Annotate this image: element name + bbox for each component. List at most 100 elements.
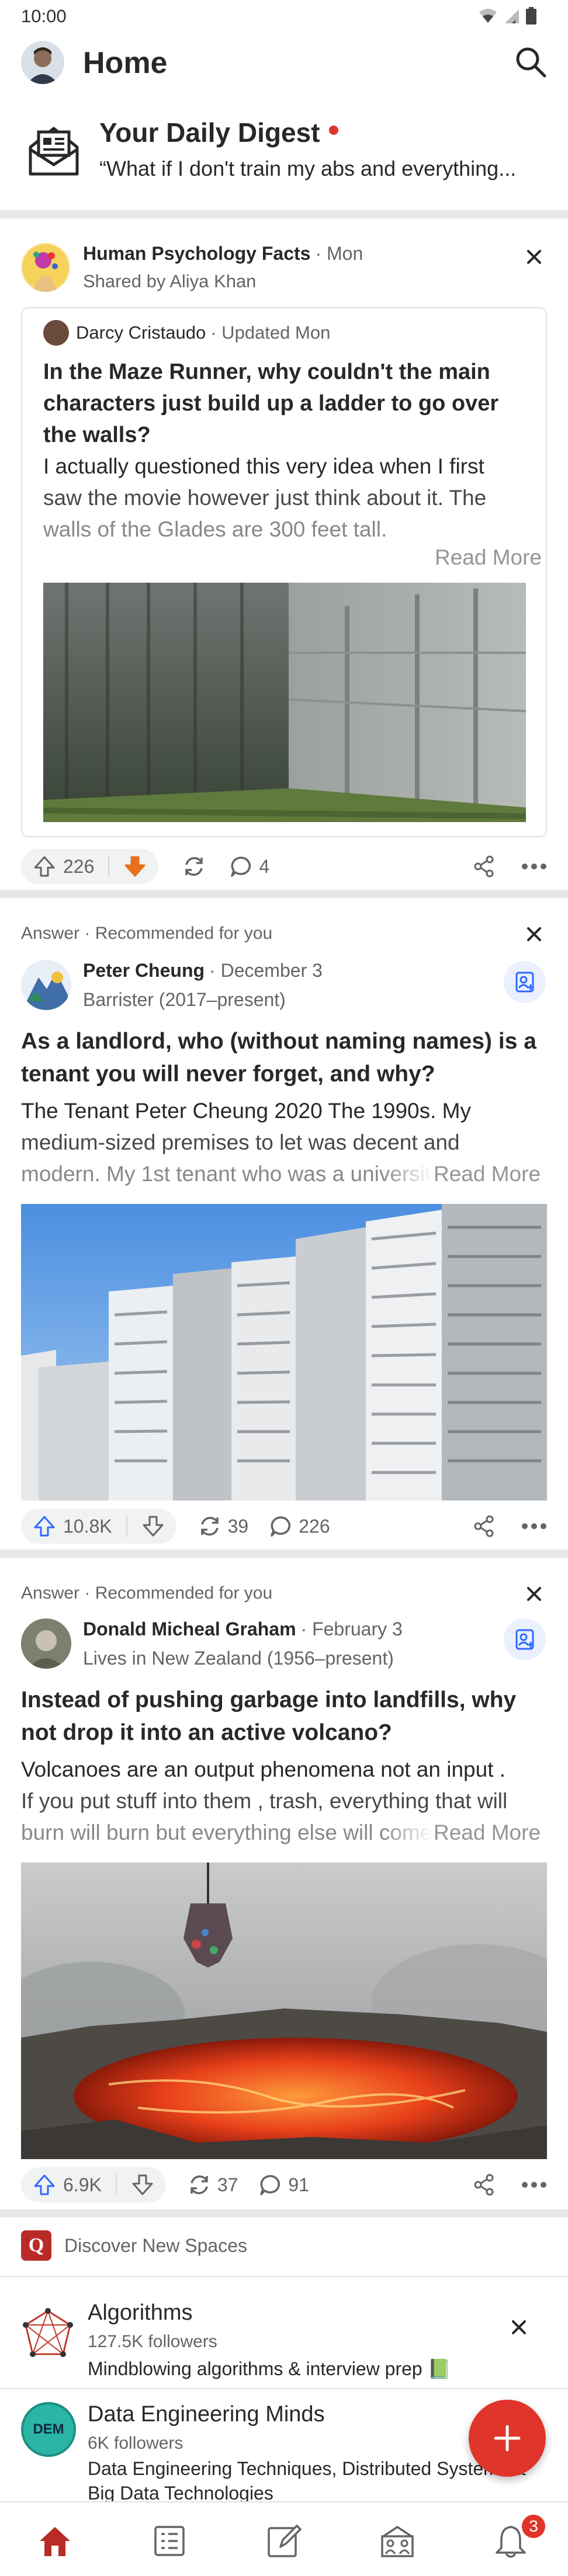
upvote-count: 226 bbox=[63, 855, 95, 877]
comment-button[interactable]: 91 bbox=[259, 2173, 309, 2196]
follow-person-icon bbox=[515, 972, 534, 993]
answer-excerpt[interactable]: I actually questioned this very idea whe… bbox=[43, 451, 540, 545]
read-more-link[interactable]: Read More bbox=[385, 542, 546, 573]
post-time: · Mon bbox=[315, 243, 363, 264]
comment-count: 226 bbox=[299, 1515, 330, 1537]
author-name[interactable]: Darcy Cristaudo bbox=[76, 322, 206, 343]
close-icon[interactable] bbox=[524, 1583, 545, 1604]
shared-by[interactable]: Shared by Aliya Khan bbox=[83, 271, 256, 292]
space-description-line2: Big Data Technologies bbox=[88, 2483, 273, 2501]
nav-answer-icon[interactable] bbox=[266, 2523, 302, 2558]
app-header: 10:00 Home bbox=[0, 0, 568, 93]
answer-image[interactable] bbox=[43, 583, 526, 822]
author-name[interactable]: Donald Micheal Graham bbox=[83, 1618, 296, 1640]
question-title[interactable]: Instead of pushing garbage into landfill… bbox=[21, 1684, 547, 1749]
digest-subtitle: “What if I don't train my abs and everyt… bbox=[99, 156, 517, 180]
more-options-icon[interactable] bbox=[521, 2181, 547, 2188]
comment-button[interactable]: 226 bbox=[269, 1515, 330, 1538]
page-title: Home bbox=[83, 46, 168, 80]
comment-count: 4 bbox=[259, 855, 270, 877]
author-name[interactable]: Peter Cheung bbox=[83, 960, 205, 981]
downvote-icon bbox=[124, 856, 146, 877]
vote-divider bbox=[108, 856, 110, 877]
downvote-button[interactable] bbox=[141, 1515, 165, 1538]
close-icon[interactable] bbox=[524, 924, 545, 945]
reshare-icon bbox=[191, 2175, 208, 2194]
digest-icon bbox=[28, 124, 79, 176]
author-credential: Lives in New Zealand (1956–present) bbox=[83, 1648, 394, 1669]
author-avatar[interactable] bbox=[21, 960, 71, 1010]
create-post-button[interactable] bbox=[469, 2400, 546, 2477]
downvote-button[interactable] bbox=[123, 855, 147, 878]
share-icon[interactable] bbox=[472, 855, 496, 878]
close-icon[interactable] bbox=[524, 246, 545, 267]
comment-count: 91 bbox=[288, 2174, 310, 2195]
vote-divider bbox=[126, 1516, 127, 1537]
space-followers: 6K followers bbox=[88, 2434, 183, 2453]
search-icon[interactable] bbox=[514, 46, 547, 78]
answer-date: · December 3 bbox=[209, 960, 323, 981]
answer-image[interactable] bbox=[21, 1863, 547, 2159]
daily-digest[interactable]: Your Daily Digest “What if I don't train… bbox=[0, 93, 568, 210]
share-button[interactable]: 37 bbox=[187, 2173, 238, 2197]
share-button[interactable]: 39 bbox=[198, 1514, 248, 1538]
excerpt-line: saw the movie however just think about i… bbox=[43, 486, 487, 510]
downvote-icon bbox=[132, 2174, 153, 2195]
comment-button[interactable]: 4 bbox=[230, 855, 269, 878]
feed-card-answer: Answer · Recommended for you Peter Cheun… bbox=[0, 898, 568, 1550]
upvote-count: 6.9K bbox=[63, 2174, 102, 2195]
answer-image[interactable] bbox=[21, 1204, 547, 1501]
space-description: Mindblowing algorithms & interview prep … bbox=[88, 2358, 451, 2379]
excerpt-line: walls of the Glades are 300 feet tall. bbox=[43, 517, 387, 541]
upvote-button[interactable]: 10.8K bbox=[33, 1515, 112, 1538]
author-credential: Barrister (2017–present) bbox=[83, 989, 286, 1010]
bottom-nav: 3 bbox=[0, 2501, 568, 2576]
share-button[interactable] bbox=[182, 854, 206, 879]
embedded-answer[interactable]: Darcy Cristaudo · Updated Mon In the Maz… bbox=[21, 307, 547, 837]
follow-button[interactable] bbox=[504, 961, 546, 1003]
author-avatar[interactable] bbox=[43, 320, 69, 346]
follow-button[interactable] bbox=[504, 1618, 546, 1661]
space-suggestion[interactable]: Algorithms 127.5K followers Mindblowing … bbox=[0, 2277, 568, 2388]
space-name[interactable]: Algorithms bbox=[88, 2300, 193, 2326]
nav-spaces-icon[interactable] bbox=[379, 2523, 416, 2558]
question-title[interactable]: As a landlord, who (without naming names… bbox=[21, 1025, 547, 1091]
status-icons bbox=[478, 7, 536, 25]
answer-date: · February 3 bbox=[300, 1618, 403, 1639]
read-more-link[interactable]: Read More bbox=[383, 1817, 547, 1849]
reshare-icon bbox=[200, 1517, 219, 1536]
question-title[interactable]: In the Maze Runner, why couldn't the mai… bbox=[43, 356, 534, 451]
close-icon[interactable] bbox=[508, 2317, 529, 2338]
space-avatar[interactable] bbox=[21, 243, 70, 292]
excerpt-line: I actually questioned this very idea whe… bbox=[43, 454, 484, 478]
more-options-icon[interactable] bbox=[521, 1523, 547, 1530]
read-more-link[interactable]: Read More bbox=[383, 1158, 547, 1190]
share-icon[interactable] bbox=[472, 2173, 496, 2196]
space-name[interactable]: Data Engineering Minds bbox=[88, 2402, 325, 2427]
algorithms-logo-icon bbox=[21, 2307, 75, 2361]
space-followers: 127.5K followers bbox=[88, 2332, 217, 2351]
author-avatar[interactable] bbox=[21, 1618, 71, 1669]
excerpt-line: Volcanoes are an output phenomena not an… bbox=[21, 1757, 506, 1781]
share-count: 37 bbox=[217, 2174, 238, 2195]
downvote-icon bbox=[143, 1516, 164, 1537]
comment-icon bbox=[271, 1516, 291, 1537]
nav-following-icon[interactable] bbox=[153, 2525, 186, 2557]
space-name[interactable]: Human Psychology Facts bbox=[83, 243, 310, 264]
nav-home-icon[interactable] bbox=[37, 2525, 72, 2557]
vote-divider bbox=[115, 2174, 117, 2195]
share-icon[interactable] bbox=[472, 1515, 496, 1538]
upvote-count: 10.8K bbox=[63, 1515, 112, 1537]
more-options-icon[interactable] bbox=[521, 863, 547, 870]
recommendation-tag: Answer · Recommended for you bbox=[21, 924, 273, 943]
upvote-icon bbox=[34, 1516, 55, 1537]
comment-icon bbox=[260, 2175, 280, 2195]
recommendation-tag: Answer · Recommended for you bbox=[21, 1583, 273, 1603]
avatar[interactable] bbox=[21, 41, 64, 84]
updated-time: · Updated Mon bbox=[210, 322, 331, 343]
space-description: Data Engineering Techniques, Distributed… bbox=[88, 2458, 527, 2479]
upvote-button[interactable]: 6.9K bbox=[33, 2173, 102, 2196]
unread-dot bbox=[329, 126, 339, 135]
downvote-button[interactable] bbox=[131, 2173, 154, 2196]
upvote-button[interactable]: 226 bbox=[33, 855, 94, 878]
